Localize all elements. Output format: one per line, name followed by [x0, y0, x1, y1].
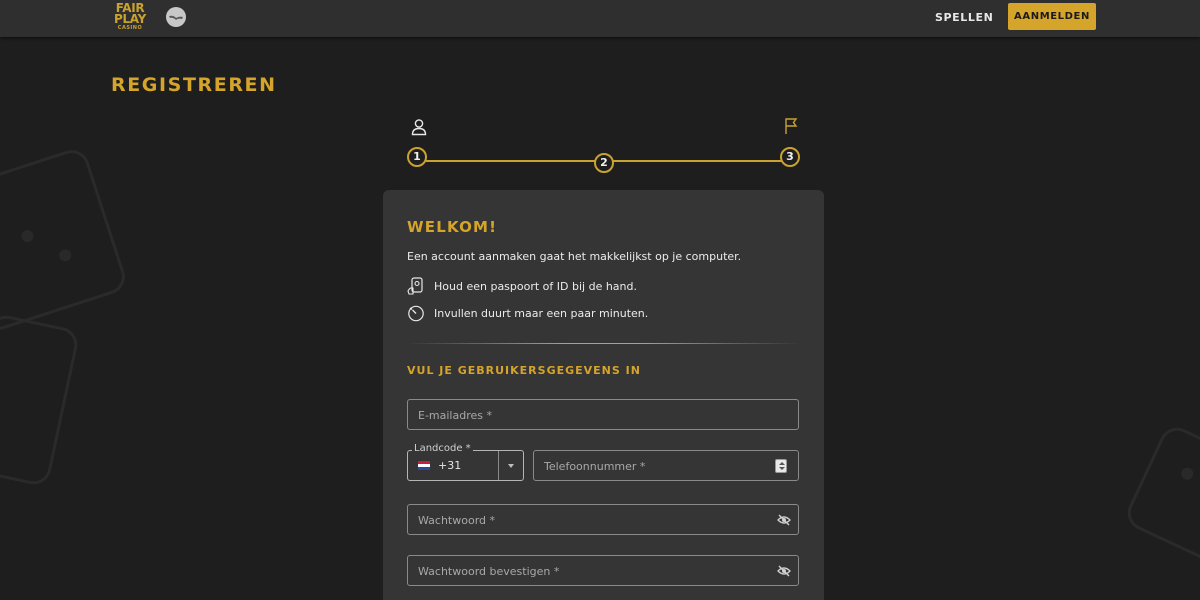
intro-text: Een account aanmaken gaat het makkelijks…	[407, 250, 742, 263]
password-field[interactable]	[407, 504, 799, 535]
registration-card: WELKOM! Een account aanmaken gaat het ma…	[383, 190, 824, 600]
user-icon	[411, 119, 427, 136]
step-3: 3	[780, 147, 800, 167]
welcome-title: WELKOM!	[407, 218, 498, 236]
divider	[407, 343, 800, 344]
email-field[interactable]	[407, 399, 799, 430]
step-1: 1	[407, 147, 427, 167]
page-title: REGISTREREN	[111, 74, 277, 96]
id-card-icon	[407, 277, 423, 295]
dice-decoration	[0, 145, 130, 335]
number-stepper-icon[interactable]	[775, 459, 787, 473]
password-input[interactable]	[418, 511, 768, 529]
select-separator	[498, 451, 499, 480]
netherlands-flag-icon	[418, 461, 430, 470]
tip-text: Houd een paspoort of ID bij de hand.	[434, 280, 637, 293]
flag-icon	[785, 118, 798, 134]
top-bar: FAIR PLAY CASINO SPELLEN AANMELDEN	[0, 0, 1200, 37]
logo-text: PLAY	[113, 12, 147, 26]
eye-off-icon[interactable]	[777, 513, 791, 527]
eye-off-icon[interactable]	[777, 564, 791, 578]
fairplay-logo[interactable]: FAIR PLAY CASINO	[111, 2, 149, 31]
password-confirm-input[interactable]	[418, 562, 768, 580]
password-confirm-field[interactable]	[407, 555, 799, 586]
phone-field[interactable]	[533, 450, 799, 481]
dice-decoration	[1121, 421, 1200, 569]
step-2: 2	[594, 153, 614, 173]
dice-decoration	[0, 312, 81, 488]
login-button[interactable]: AANMELDEN	[1008, 3, 1096, 30]
country-code-select[interactable]: Landcode * +31	[407, 443, 524, 481]
email-input[interactable]	[418, 406, 768, 424]
language-globe-icon[interactable]	[166, 7, 186, 27]
phone-input[interactable]	[544, 457, 768, 475]
chevron-down-icon[interactable]	[508, 464, 514, 468]
country-code-value: +31	[438, 459, 462, 472]
tip-text: Invullen duurt maar een paar minuten.	[434, 307, 649, 320]
stopwatch-icon	[408, 305, 424, 322]
section-title: VUL JE GEBRUIKERSGEGEVENS IN	[407, 364, 641, 377]
registration-stepper: 1 2 3	[407, 115, 802, 175]
nav-games-link[interactable]: SPELLEN	[935, 11, 993, 24]
country-code-label: Landcode *	[412, 443, 473, 454]
